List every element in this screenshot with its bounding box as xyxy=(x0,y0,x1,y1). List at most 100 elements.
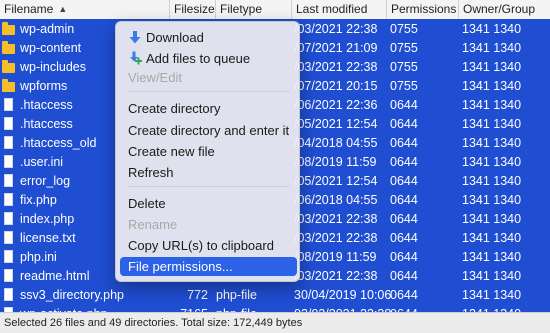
permissions-cell: 0644 xyxy=(390,136,418,150)
filetype-cell: php-file xyxy=(216,288,257,302)
last-modified-cell: /07/2021 20:15 xyxy=(294,79,378,93)
owner-group-cell: 1341 1340 xyxy=(462,155,522,169)
owner-group-cell: 1341 1340 xyxy=(462,60,522,74)
column-header-last-modified[interactable]: Last modified xyxy=(292,0,387,19)
menu-item-label: View/Edit xyxy=(128,70,182,85)
context-menu: Download Add files to queue View/Edit Creat… xyxy=(115,21,300,282)
last-modified-cell: /08/2019 11:59 xyxy=(294,155,377,169)
menu-item-label: Download xyxy=(146,30,204,45)
last-modified-cell: 03/03/2021 22:38 xyxy=(294,305,391,312)
sort-ascending-icon[interactable]: ▲ xyxy=(58,0,67,19)
owner-group-cell: 1341 1340 xyxy=(462,22,522,36)
menu-item-create-new-file[interactable]: Create new file xyxy=(120,142,297,161)
owner-group-cell: 1341 1340 xyxy=(462,193,522,207)
permissions-cell: 0755 xyxy=(390,60,418,74)
last-modified-cell: /03/2021 22:38 xyxy=(294,22,378,36)
column-header-filetype[interactable]: Filetype xyxy=(216,0,292,19)
status-bar: Selected 26 files and 49 directories. To… xyxy=(0,312,550,333)
folder-icon xyxy=(2,60,15,73)
last-modified-cell: /05/2021 12:54 xyxy=(294,174,378,188)
menu-item-label: Refresh xyxy=(128,165,174,180)
filename-cell: ssv3_directory.php xyxy=(20,288,124,302)
permissions-cell: 0755 xyxy=(390,79,418,93)
menu-item-label: Add files to queue xyxy=(146,51,251,66)
filesize-cell: 7165 xyxy=(170,305,208,312)
menu-item-create-directory-enter[interactable]: Create directory and enter it xyxy=(120,121,297,140)
last-modified-cell: /05/2021 12:54 xyxy=(294,117,378,131)
table-row[interactable]: ssv3_directory.php 772 php-file 30/04/2019 … xyxy=(0,286,550,305)
owner-group-cell: 1341 1340 xyxy=(462,136,522,150)
file-icon xyxy=(4,155,13,168)
menu-item-file-permissions[interactable]: File permissions... xyxy=(120,257,297,276)
owner-group-cell: 1341 1340 xyxy=(462,174,522,188)
owner-group-cell: 1341 1340 xyxy=(462,250,522,264)
menu-item-refresh[interactable]: Refresh xyxy=(120,163,297,182)
folder-icon xyxy=(2,41,15,54)
permissions-cell: 0644 xyxy=(390,193,418,207)
file-icon xyxy=(4,174,13,187)
owner-group-cell: 1341 1340 xyxy=(462,269,522,283)
menu-item-rename[interactable]: Rename xyxy=(120,215,297,234)
permissions-cell: 0644 xyxy=(390,231,418,245)
last-modified-cell: /03/2021 22:38 xyxy=(294,269,378,283)
menu-item-add-to-queue[interactable]: Add files to queue xyxy=(120,49,297,68)
menu-item-copy-url[interactable]: Copy URL(s) to clipboard xyxy=(120,236,297,255)
last-modified-cell: /06/2018 04:55 xyxy=(294,193,378,207)
permissions-cell: 0644 xyxy=(390,212,418,226)
menu-item-create-directory[interactable]: Create directory xyxy=(120,99,297,118)
owner-group-cell: 1341 1340 xyxy=(462,41,522,55)
last-modified-cell: 30/04/2019 10:06 xyxy=(294,288,392,302)
filesize-cell: 772 xyxy=(187,288,208,302)
file-list-panel: Filename ▲ Filesize Filetype Last modifie… xyxy=(0,0,550,333)
file-icon xyxy=(4,288,13,301)
menu-item-label: Delete xyxy=(128,196,166,211)
menu-separator xyxy=(128,186,289,187)
permissions-cell: 0644 xyxy=(390,269,418,283)
menu-item-delete[interactable]: Delete xyxy=(120,194,297,213)
menu-separator xyxy=(128,91,289,92)
permissions-cell: 0644 xyxy=(390,305,458,312)
menu-item-label: Rename xyxy=(128,217,178,232)
add-queue-icon xyxy=(128,51,142,66)
last-modified-cell: /03/2021 22:38 xyxy=(294,231,378,245)
permissions-cell: 0644 xyxy=(390,174,418,188)
menu-item-label: Create new file xyxy=(128,144,215,159)
column-header-filename[interactable]: Filename ▲ xyxy=(0,0,170,19)
filename-cell: wp-activate.php xyxy=(20,305,185,312)
menu-item-label: Copy URL(s) to clipboard xyxy=(128,238,274,253)
owner-group-cell: 1341 1340 xyxy=(462,98,522,112)
owner-group-cell: 1341 1340 xyxy=(462,231,522,245)
menu-item-download[interactable]: Download xyxy=(120,28,297,47)
permissions-cell: 0644 xyxy=(390,117,418,131)
menu-item-label: Create directory xyxy=(128,101,221,116)
column-header-bar: Filename ▲ Filesize Filetype Last modifie… xyxy=(0,0,550,20)
menu-item-label: File permissions... xyxy=(128,259,233,274)
column-header-owner-group[interactable]: Owner/Group xyxy=(459,0,550,19)
file-icon xyxy=(4,212,13,225)
download-arrow-icon xyxy=(128,30,142,45)
last-modified-cell: /04/2018 04:55 xyxy=(294,136,378,150)
file-icon xyxy=(4,98,13,111)
last-modified-cell: /07/2021 21:09 xyxy=(294,41,378,55)
last-modified-cell: /08/2019 11:59 xyxy=(294,250,377,264)
file-icon xyxy=(4,231,13,244)
table-row[interactable]: wp-activate.php7165 php-file03/03/2021 22… xyxy=(0,305,550,312)
file-icon xyxy=(4,117,13,130)
column-header-filesize[interactable]: Filesize xyxy=(170,0,216,19)
permissions-cell: 0644 xyxy=(390,155,418,169)
owner-group-cell: 1341 1340 xyxy=(462,79,522,93)
permissions-cell: 0644 xyxy=(390,250,418,264)
column-header-filename-label: Filename xyxy=(4,2,54,16)
menu-item-label: Create directory and enter it xyxy=(128,123,290,138)
column-header-permissions[interactable]: Permissions xyxy=(387,0,459,19)
permissions-cell: 0644 xyxy=(390,288,418,302)
file-icon xyxy=(4,269,13,282)
menu-item-view-edit[interactable]: View/Edit xyxy=(120,68,297,87)
file-icon xyxy=(4,193,13,206)
file-icon xyxy=(4,250,13,263)
folder-icon xyxy=(2,79,15,92)
last-modified-cell: /03/2021 22:38 xyxy=(294,60,378,74)
permissions-cell: 0755 xyxy=(390,22,418,36)
owner-group-cell: 1341 1340 xyxy=(462,117,522,131)
permissions-cell: 0644 xyxy=(390,98,418,112)
